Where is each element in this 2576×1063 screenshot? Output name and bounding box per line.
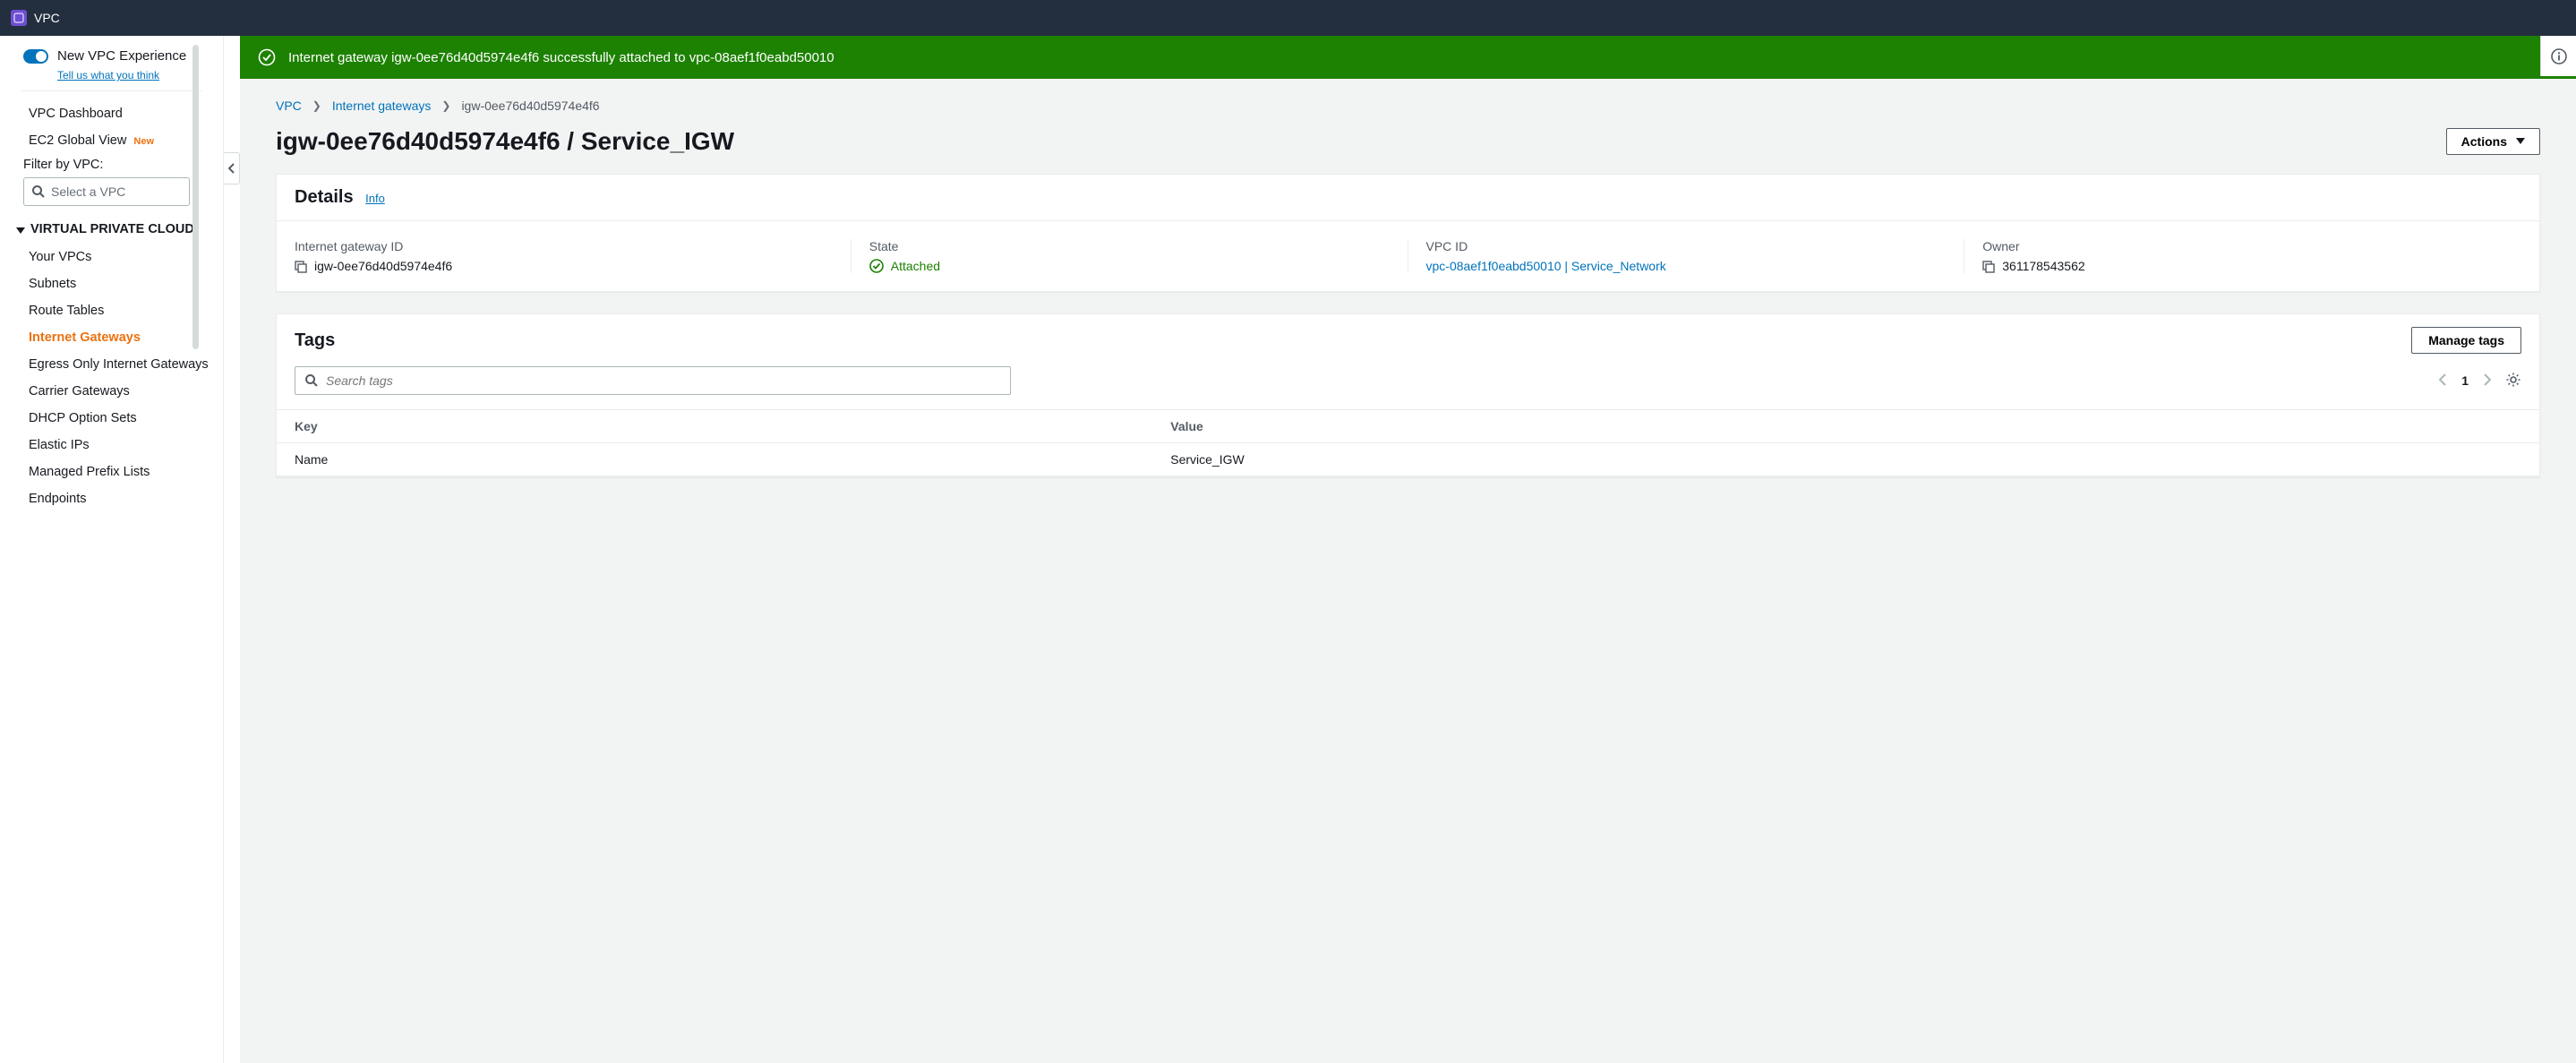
vpc-id-label: VPC ID: [1426, 239, 1947, 253]
vpc-id-link[interactable]: vpc-08aef1f0eabd50010 | Service_Network: [1426, 259, 1666, 273]
filter-placeholder: Select a VPC: [51, 184, 125, 199]
igw-id-value: igw-0ee76d40d5974e4f6: [314, 259, 452, 273]
vpc-filter-select[interactable]: Select a VPC: [23, 177, 190, 206]
divider: [21, 90, 201, 91]
info-panel-toggle[interactable]: [2540, 36, 2576, 76]
chevron-left-icon: [228, 163, 235, 174]
check-circle-icon: [869, 259, 884, 273]
tags-heading: Tags: [295, 330, 335, 351]
sidebar-item-endpoints[interactable]: Endpoints: [0, 485, 223, 512]
page-title: igw-0ee76d40d5974e4f6 / Service_IGW: [276, 127, 734, 156]
vpc-service-icon: [11, 10, 27, 26]
main-content: Internet gateway igw-0ee76d40d5974e4f6 s…: [240, 36, 2576, 1063]
cell-key: Name: [277, 443, 1152, 476]
sidebar-item-ec2-global[interactable]: EC2 Global View New: [0, 127, 223, 154]
sidebar-item-route-tables[interactable]: Route Tables: [0, 297, 223, 324]
info-icon: [2551, 48, 2567, 64]
details-heading: Details: [295, 187, 354, 207]
chevron-right-icon: [2483, 373, 2491, 386]
search-icon: [31, 184, 46, 199]
filter-label: Filter by VPC:: [0, 154, 223, 177]
owner-value: 361178543562: [2002, 259, 2084, 273]
sidebar-item-internet-gateways[interactable]: Internet Gateways: [0, 324, 223, 351]
next-page-button[interactable]: [2483, 373, 2491, 389]
sidebar-item-dhcp[interactable]: DHCP Option Sets: [0, 405, 223, 432]
service-name: VPC: [34, 11, 60, 25]
sidebar-item-subnets[interactable]: Subnets: [0, 270, 223, 297]
chevron-right-icon: ❯: [441, 99, 450, 112]
banner-message: Internet gateway igw-0ee76d40d5974e4f6 s…: [288, 50, 2544, 65]
sidebar-item-managed-prefix[interactable]: Managed Prefix Lists: [0, 459, 223, 485]
sidebar-item-label: EC2 Global View: [29, 133, 126, 148]
caret-down-icon: [16, 226, 25, 235]
prev-page-button[interactable]: [2439, 373, 2447, 389]
state-value: Attached: [891, 259, 940, 273]
col-value[interactable]: Value: [1152, 410, 2539, 443]
scrollbar[interactable]: [193, 45, 199, 349]
experience-toggle[interactable]: [23, 49, 48, 64]
success-banner: Internet gateway igw-0ee76d40d5974e4f6 s…: [240, 36, 2576, 79]
table-header-row: Key Value: [277, 410, 2539, 443]
igw-id-label: Internet gateway ID: [295, 239, 833, 253]
breadcrumb-igw[interactable]: Internet gateways: [332, 99, 432, 113]
sidebar-collapse-handle[interactable]: [224, 152, 240, 184]
experience-label: New VPC Experience: [57, 48, 186, 64]
actions-button[interactable]: Actions: [2446, 128, 2540, 155]
details-info-link[interactable]: Info: [365, 192, 385, 205]
tags-table: Key Value Name Service_IGW: [277, 409, 2539, 476]
check-circle-icon: [258, 48, 276, 66]
tags-search-input[interactable]: [326, 373, 1001, 388]
sidebar-section-vpc[interactable]: VIRTUAL PRIVATE CLOUD: [0, 206, 223, 244]
sidebar: New VPC Experience Tell us what you thin…: [0, 36, 224, 1063]
search-icon: [304, 373, 319, 388]
details-panel: Details Info Internet gateway ID igw-0ee…: [276, 174, 2540, 292]
manage-tags-button[interactable]: Manage tags: [2411, 327, 2521, 354]
table-settings-button[interactable]: [2505, 372, 2521, 390]
col-key[interactable]: Key: [277, 410, 1152, 443]
chevron-left-icon: [2439, 373, 2447, 386]
breadcrumb: VPC ❯ Internet gateways ❯ igw-0ee76d40d5…: [276, 99, 2540, 113]
gear-icon: [2505, 372, 2521, 388]
pagination: 1: [2439, 372, 2521, 390]
caret-down-icon: [2516, 138, 2525, 145]
new-badge: New: [133, 136, 154, 147]
sidebar-item-your-vpcs[interactable]: Your VPCs: [0, 244, 223, 270]
sidebar-item-carrier-gateways[interactable]: Carrier Gateways: [0, 378, 223, 405]
breadcrumb-current: igw-0ee76d40d5974e4f6: [461, 99, 599, 113]
sidebar-item-egress-only[interactable]: Egress Only Internet Gateways: [0, 351, 223, 378]
tags-panel: Tags Manage tags 1: [276, 313, 2540, 477]
state-label: State: [869, 239, 1390, 253]
copy-icon[interactable]: [1982, 261, 1995, 273]
chevron-right-icon: ❯: [312, 99, 321, 112]
sidebar-item-elastic-ips[interactable]: Elastic IPs: [0, 432, 223, 459]
page-number: 1: [2461, 373, 2469, 388]
table-row[interactable]: Name Service_IGW: [277, 443, 2539, 476]
sidebar-item-dashboard[interactable]: VPC Dashboard: [0, 100, 223, 127]
owner-label: Owner: [1982, 239, 2503, 253]
copy-icon[interactable]: [295, 261, 307, 273]
breadcrumb-vpc[interactable]: VPC: [276, 99, 302, 113]
top-navbar: VPC: [0, 0, 2576, 36]
cell-value: Service_IGW: [1152, 443, 2539, 476]
tags-search[interactable]: [295, 366, 1011, 395]
